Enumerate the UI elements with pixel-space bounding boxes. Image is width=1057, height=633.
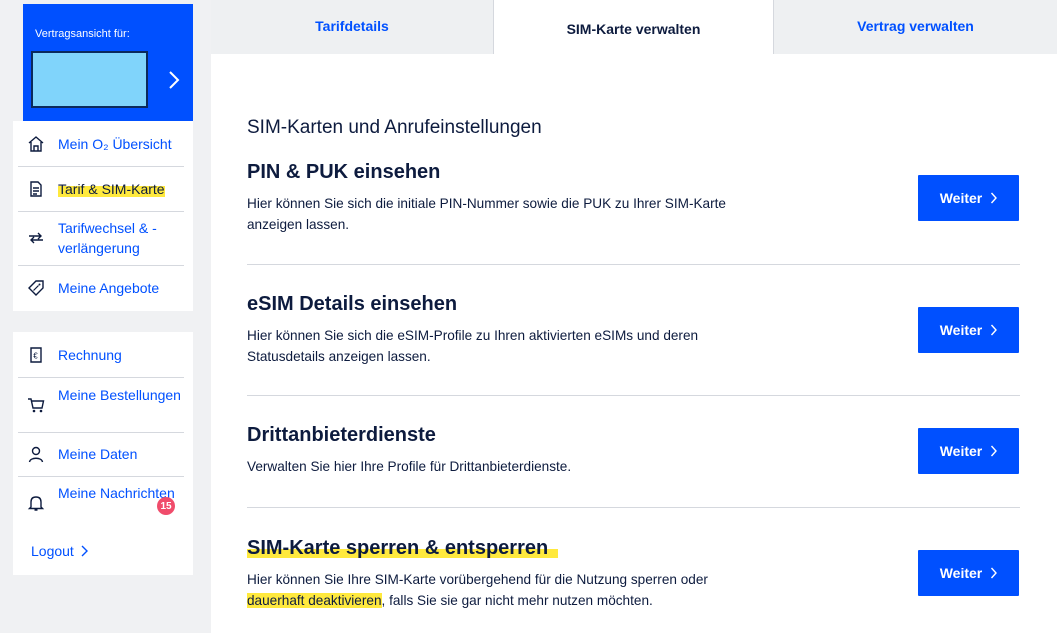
svg-text:€: € — [33, 352, 38, 361]
chevron-right-icon — [991, 324, 998, 336]
pin-puk-weiter-button[interactable]: Weiter — [918, 175, 1019, 221]
tab-bar: Tarifdetails SIM-Karte verwalten Vertrag… — [211, 0, 1057, 54]
nav-group-contract: Mein O₂ Übersicht Tarif & SIM-Karte Tari… — [13, 121, 193, 311]
sidebar-item-orders[interactable]: Meine Bestellungen — [18, 385, 184, 415]
divider — [247, 395, 1020, 396]
sidebar-item-label: Tarifwechsel & -verlängerung — [58, 220, 157, 256]
tab-label: SIM-Karte verwalten — [566, 21, 701, 37]
contract-card-label: Vertragsansicht für: — [35, 28, 130, 40]
section-heading: SIM-Karte sperren & entsperren — [247, 537, 1019, 560]
button-label: Weiter — [939, 565, 983, 581]
divider — [247, 507, 1020, 508]
sidebar-item-tariff-sim[interactable]: Tarif & SIM-Karte — [18, 179, 184, 199]
sidebar-item-label: Meine Bestellungen — [58, 387, 181, 403]
sidebar-item-data[interactable]: Meine Daten — [18, 444, 184, 464]
tab-sim-manage[interactable]: SIM-Karte verwalten — [493, 0, 774, 54]
text-part: Hier können Sie Ihre SIM-Karte vorüberge… — [247, 572, 708, 587]
chevron-right-icon — [991, 567, 998, 579]
sidebar-item-label: Mein O₂ Übersicht — [58, 136, 172, 152]
chevron-right-icon — [81, 545, 88, 557]
person-icon — [25, 444, 47, 464]
sidebar-item-label: Meine Nachrichten — [58, 485, 175, 501]
notification-badge: 15 — [157, 497, 175, 515]
button-label: Weiter — [939, 443, 983, 459]
tab-label: Tarifdetails — [315, 18, 389, 34]
home-icon — [25, 134, 47, 154]
sidebar-item-tariff-change[interactable]: Tarifwechsel & -verlängerung — [18, 218, 184, 258]
sidebar-item-label: Meine Angebote — [58, 280, 160, 296]
pin-puk-section: PIN & PUK einsehen Hier können Sie sich … — [247, 161, 1019, 235]
section-description: Hier können Sie sich die eSIM-Profile zu… — [247, 328, 699, 364]
chevron-right-icon — [991, 192, 998, 204]
divider — [18, 211, 184, 212]
divider — [18, 476, 184, 477]
text-part: , falls Sie sie gar nicht mehr nutzen mö… — [381, 593, 653, 608]
third-party-weiter-button[interactable]: Weiter — [918, 428, 1019, 474]
section-heading: eSIM Details einsehen — [247, 293, 458, 315]
section-heading: PIN & PUK einsehen — [247, 161, 441, 183]
tab-tariff-details[interactable]: Tarifdetails — [211, 0, 493, 54]
section-title: SIM-Karten und Anrufeinstellungen — [247, 117, 542, 138]
esim-section: eSIM Details einsehen Hier können Sie si… — [247, 293, 1019, 367]
section-description: Verwalten Sie hier Ihre Profile für Drit… — [247, 459, 572, 474]
tab-contract-manage[interactable]: Vertrag verwalten — [774, 0, 1057, 54]
sidebar-item-overview[interactable]: Mein O₂ Übersicht — [18, 134, 184, 154]
bell-icon — [25, 493, 47, 513]
chevron-right-icon — [991, 445, 998, 457]
logout-link[interactable]: Logout — [31, 543, 88, 559]
highlighted-text: dauerhaft deaktivieren — [247, 593, 382, 608]
main-content: Tarifdetails SIM-Karte verwalten Vertrag… — [211, 0, 1057, 633]
sim-lock-weiter-button[interactable]: Weiter — [918, 550, 1019, 596]
sidebar-item-label: Meine Daten — [58, 446, 138, 462]
sidebar-item-invoice[interactable]: € Rechnung — [18, 345, 184, 365]
contract-placeholder — [31, 51, 148, 108]
tag-icon — [25, 278, 47, 298]
invoice-icon: € — [25, 345, 47, 365]
divider — [247, 264, 1020, 265]
third-party-section: Drittanbieterdienste Verwalten Sie hier … — [247, 424, 1019, 477]
divider — [18, 265, 184, 266]
sidebar-item-offers[interactable]: Meine Angebote — [18, 278, 184, 298]
cart-icon — [25, 395, 47, 415]
section-heading: Drittanbieterdienste — [247, 424, 436, 446]
section-description: Hier können Sie Ihre SIM-Karte vorüberge… — [247, 569, 767, 611]
sim-lock-section: SIM-Karte sperren & entsperren Hier könn… — [247, 537, 1019, 611]
chevron-right-icon — [169, 71, 180, 89]
sidebar: Vertragsansicht für: Mein O₂ Übersicht T… — [0, 0, 211, 633]
section-description: Hier können Sie sich die initiale PIN-Nu… — [247, 196, 726, 232]
logout-label: Logout — [31, 543, 74, 559]
button-label: Weiter — [939, 190, 983, 206]
sidebar-item-label: Rechnung — [58, 347, 122, 363]
divider — [18, 166, 184, 167]
tab-label: Vertrag verwalten — [857, 18, 974, 34]
esim-weiter-button[interactable]: Weiter — [918, 307, 1019, 353]
document-icon — [25, 179, 47, 199]
swap-arrows-icon — [25, 228, 47, 248]
divider — [18, 432, 184, 433]
highlighted-heading: SIM-Karte sperren & entsperren — [247, 537, 559, 559]
button-label: Weiter — [939, 322, 983, 338]
divider — [18, 377, 184, 378]
sidebar-item-label: Tarif & SIM-Karte — [58, 179, 165, 199]
nav-group-account: € Rechnung Meine Bestellungen Meine Date… — [13, 332, 193, 575]
contract-selector[interactable]: Vertragsansicht für: — [23, 4, 193, 121]
